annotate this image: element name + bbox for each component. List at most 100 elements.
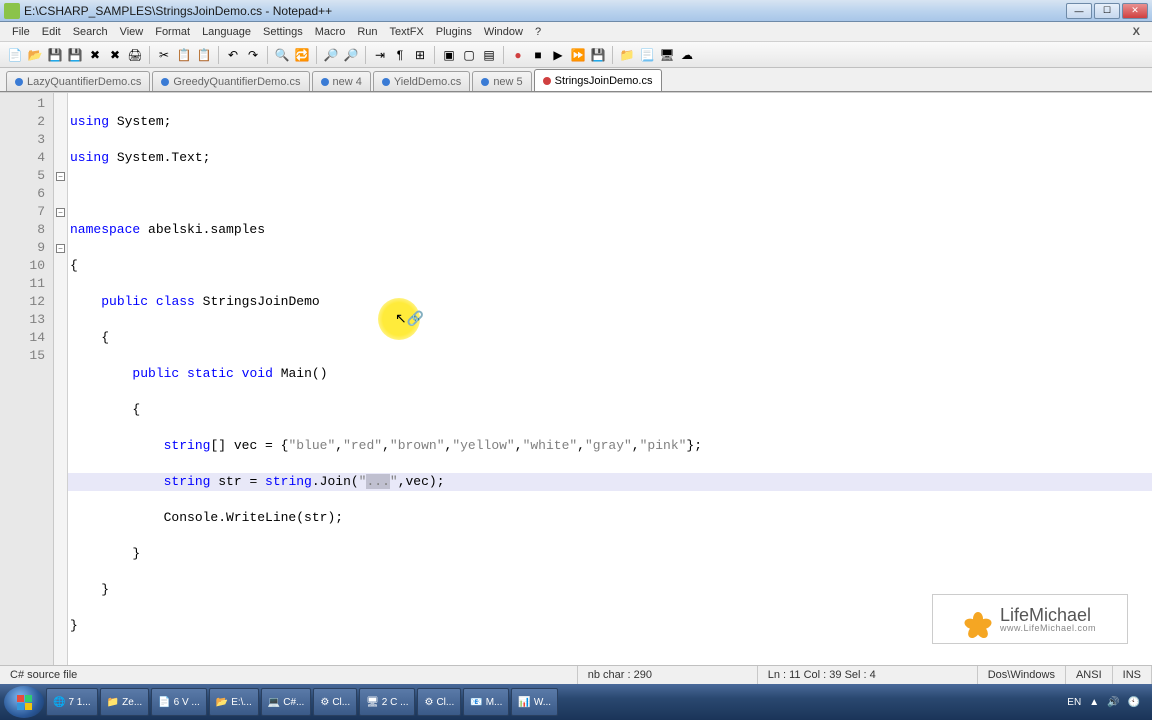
wrap-icon[interactable]: ⇥ (371, 46, 389, 64)
cloud-icon[interactable]: ☁ (678, 46, 696, 64)
show-all-chars-icon[interactable]: ¶ (391, 46, 409, 64)
fold-toggle-icon[interactable]: − (56, 244, 65, 253)
toolbar: 📄 📂 💾 💾 ✖ ✖ 🖨 ✂ 📋 📋 ↶ ↷ 🔍 🔁 🔎 🔎 ⇥ ¶ ⊞ ▣ … (0, 42, 1152, 68)
taskbar-item[interactable]: 📊W... (511, 688, 558, 716)
menu-language[interactable]: Language (196, 24, 257, 40)
line-number: 4 (0, 149, 53, 167)
line-number: 12 (0, 293, 53, 311)
window-titlebar: E:\CSHARP_SAMPLES\StringsJoinDemo.cs - N… (0, 0, 1152, 22)
document-tabs: LazyQuantifierDemo.cs GreedyQuantifierDe… (0, 68, 1152, 92)
folder-icon[interactable]: 📁 (618, 46, 636, 64)
tab-yield-demo[interactable]: YieldDemo.cs (373, 71, 470, 91)
fold-column: − − − (54, 93, 68, 701)
taskbar-item[interactable]: 🌐7 1... (46, 688, 98, 716)
fold-toggle-icon[interactable]: − (56, 208, 65, 217)
taskbar-item[interactable]: 📁Ze... (100, 688, 149, 716)
print-icon[interactable]: 🖨 (126, 46, 144, 64)
indent-guide-icon[interactable]: ⊞ (411, 46, 429, 64)
toolbar-separator (612, 46, 613, 64)
menu-textfx[interactable]: TextFX (384, 24, 430, 40)
flower-icon (964, 605, 992, 633)
monitor-icon[interactable]: 🖥 (658, 46, 676, 64)
menu-window[interactable]: Window (478, 24, 529, 40)
taskbar-item[interactable]: ⚙Cl... (313, 688, 357, 716)
status-bar: C# source file nb char : 290 Ln : 11 Col… (0, 665, 1152, 684)
menu-view[interactable]: View (114, 24, 150, 40)
fold-toggle-icon[interactable]: − (56, 172, 65, 181)
stop-macro-icon[interactable]: ■ (529, 46, 547, 64)
menu-edit[interactable]: Edit (36, 24, 67, 40)
save-macro-icon[interactable]: 💾 (589, 46, 607, 64)
clock-icon[interactable]: 🕙 (1128, 697, 1140, 708)
undo-icon[interactable]: ↶ (224, 46, 242, 64)
tab-strings-join-demo[interactable]: StringsJoinDemo.cs (534, 69, 662, 91)
menu-search[interactable]: Search (67, 24, 114, 40)
taskbar-item[interactable]: ⚙Cl... (417, 688, 461, 716)
zoom-out-icon[interactable]: 🔎 (342, 46, 360, 64)
close-button[interactable]: ✕ (1122, 3, 1148, 19)
toolbar-separator (218, 46, 219, 64)
tab-new-5[interactable]: new 5 (472, 71, 531, 91)
line-number: 1 (0, 95, 53, 113)
menu-help[interactable]: ? (529, 24, 547, 40)
taskbar-item[interactable]: 📂E:\... (209, 688, 259, 716)
close-all-icon[interactable]: ✖ (106, 46, 124, 64)
cut-icon[interactable]: ✂ (155, 46, 173, 64)
save-all-icon[interactable]: 💾 (66, 46, 84, 64)
fold-icon[interactable]: ▣ (440, 46, 458, 64)
find-icon[interactable]: 🔍 (273, 46, 291, 64)
redo-icon[interactable]: ↷ (244, 46, 262, 64)
menu-settings[interactable]: Settings (257, 24, 309, 40)
status-char-count: nb char : 290 (578, 666, 758, 684)
paste-icon[interactable]: 📋 (195, 46, 213, 64)
taskbar-item[interactable]: 📧M... (463, 688, 509, 716)
doc-icon[interactable]: 📃 (638, 46, 656, 64)
tab-lazy-quantifier[interactable]: LazyQuantifierDemo.cs (6, 71, 150, 91)
minimize-button[interactable]: — (1066, 3, 1092, 19)
unfold-icon[interactable]: ▢ (460, 46, 478, 64)
play-repeat-icon[interactable]: ⏩ (569, 46, 587, 64)
new-file-icon[interactable]: 📄 (6, 46, 24, 64)
copy-icon[interactable]: 📋 (175, 46, 193, 64)
line-number: 9 (0, 239, 53, 257)
document-close-button[interactable]: X (1127, 26, 1146, 38)
tab-status-icon (15, 78, 23, 86)
language-indicator[interactable]: EN (1067, 697, 1081, 708)
save-icon[interactable]: 💾 (46, 46, 64, 64)
line-number: 13 (0, 311, 53, 329)
taskbar-item[interactable]: 🖥2 C ... (359, 688, 415, 716)
start-button[interactable] (4, 686, 44, 718)
menu-file[interactable]: File (6, 24, 36, 40)
status-filetype: C# source file (0, 666, 578, 684)
line-number-gutter: 1 2 3 4 5 6 7 8 9 10 11 12 13 14 15 (0, 93, 54, 701)
replace-icon[interactable]: 🔁 (293, 46, 311, 64)
open-file-icon[interactable]: 📂 (26, 46, 44, 64)
status-encoding: ANSI (1066, 666, 1113, 684)
tray-expand-icon[interactable]: ▲ (1089, 697, 1099, 708)
maximize-button[interactable]: ☐ (1094, 3, 1120, 19)
menu-run[interactable]: Run (351, 24, 383, 40)
menu-plugins[interactable]: Plugins (430, 24, 478, 40)
tab-new-4[interactable]: new 4 (312, 71, 371, 91)
status-insert-mode: INS (1113, 666, 1152, 684)
toolbar-separator (267, 46, 268, 64)
status-eol: Dos\Windows (978, 666, 1066, 684)
menu-format[interactable]: Format (149, 24, 196, 40)
line-number: 3 (0, 131, 53, 149)
taskbar-item[interactable]: 💻C#... (261, 688, 312, 716)
line-number: 7 (0, 203, 53, 221)
watermark-name: LifeMichael (1000, 606, 1096, 624)
tab-label: YieldDemo.cs (394, 76, 461, 88)
close-file-icon[interactable]: ✖ (86, 46, 104, 64)
tab-label: GreedyQuantifierDemo.cs (173, 76, 300, 88)
tab-greedy-quantifier[interactable]: GreedyQuantifierDemo.cs (152, 71, 309, 91)
status-cursor-position: Ln : 11 Col : 39 Sel : 4 (758, 666, 978, 684)
zoom-in-icon[interactable]: 🔎 (322, 46, 340, 64)
play-macro-icon[interactable]: ▶ (549, 46, 567, 64)
record-macro-icon[interactable]: ● (509, 46, 527, 64)
toolbar-separator (434, 46, 435, 64)
taskbar-item[interactable]: 📄6 V ... (151, 688, 207, 716)
menu-macro[interactable]: Macro (309, 24, 352, 40)
volume-icon[interactable]: 🔊 (1107, 697, 1119, 708)
fold-level-icon[interactable]: ▤ (480, 46, 498, 64)
